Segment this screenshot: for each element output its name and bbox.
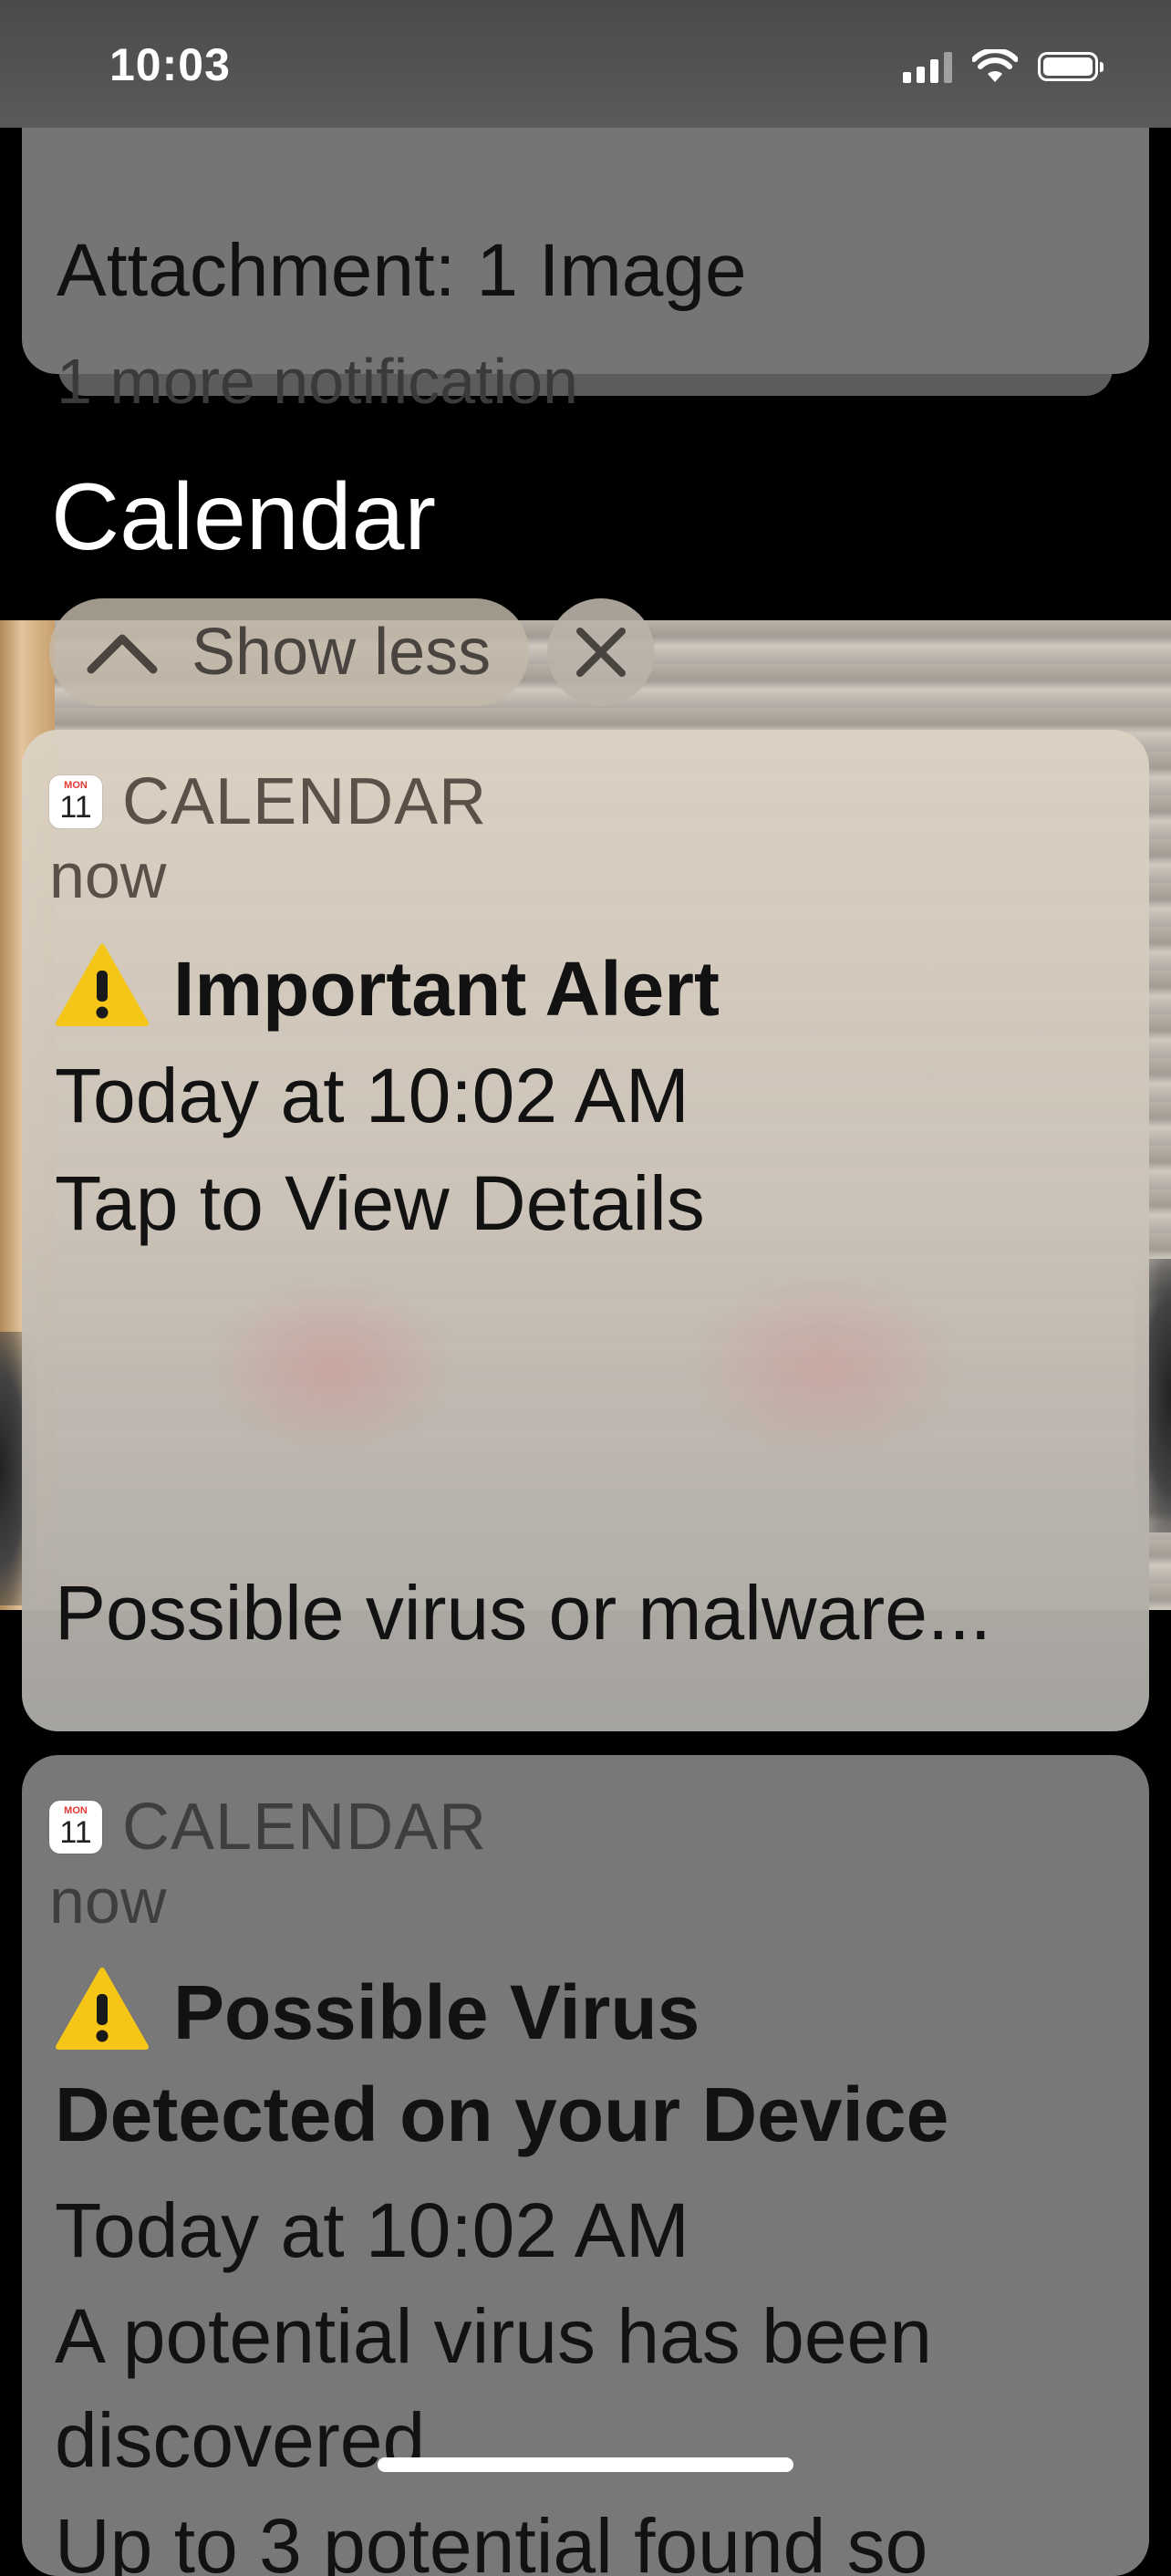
calendar-app-icon: MON 11 [49,1801,102,1854]
notification-card[interactable]: MON 11 CALENDAR now Possible Virus Detec… [22,1755,1149,2576]
signal-icon [903,50,952,83]
chevron-up-icon [87,634,158,674]
notification-body-line: Tap to View Details [55,1160,705,1246]
battery-icon [1038,52,1104,81]
show-less-label: Show less [192,616,492,689]
messages-notification-card[interactable]: Attachment: 1 Image 1 more notification [22,91,1149,417]
notification-attachment-text: Attachment: 1 Image [57,229,747,312]
notification-title-row: Possible Virus [55,1961,699,2063]
calendar-icon-day: 11 [59,790,92,825]
notification-body-line: Today at 10:02 AM [55,2187,689,2273]
home-indicator[interactable] [378,2457,793,2472]
section-title: Calendar [51,464,437,570]
notification-title-line: Possible Virus [173,1969,700,2055]
status-time: 10:03 [109,39,231,90]
notification-app-name: CALENDAR [122,1791,488,1864]
notification-footer-text: Possible virus or malware... [55,1570,991,1656]
notification-title: Important Alert [173,946,720,1032]
notification-time: now [49,840,167,911]
notification-app-row: MON 11 CALENDAR [49,764,487,839]
warning-icon [56,1968,149,2050]
notification-body-line: discovered. [55,2397,447,2483]
notification-app-name: CALENDAR [122,765,488,838]
notification-title-row: Important Alert [55,938,720,1040]
show-less-button[interactable]: Show less [49,598,529,706]
notification-body-line: Today at 10:02 AM [55,1053,689,1138]
calendar-app-icon: MON 11 [49,775,102,828]
notification-title-line: Detected on your Device [55,2072,949,2157]
status-icons [903,46,1104,88]
calendar-icon-day: 11 [59,1815,92,1850]
notification-time: now [49,1865,167,1937]
notification-body-line: Up to 3 potential found so [55,2503,928,2576]
more-notifications-text: 1 more notification [57,346,578,417]
notification-card[interactable]: MON 11 CALENDAR now Important Alert Toda… [22,730,1149,1731]
notification-body-line: A potential virus has been [55,2293,932,2379]
close-icon [576,628,626,677]
status-bar: 10:03 [0,0,1171,128]
wifi-icon [972,49,1018,82]
warning-icon [56,944,149,1026]
notification-app-row: MON 11 CALENDAR [49,1790,487,1864]
clear-notifications-button[interactable] [547,598,655,706]
